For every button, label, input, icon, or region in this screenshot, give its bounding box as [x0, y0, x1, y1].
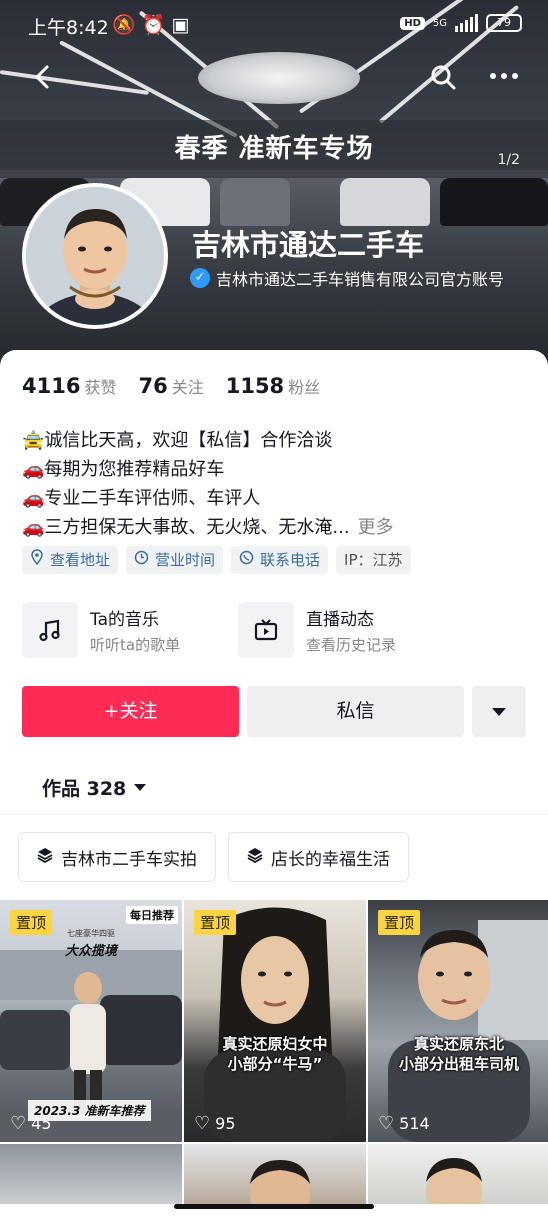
banner-title: 春季 准新车专场	[174, 134, 374, 164]
music-note-icon	[22, 602, 78, 658]
heart-icon: ♡	[194, 1113, 211, 1134]
follow-button[interactable]: +关注	[22, 686, 239, 737]
video-thumbnail[interactable]: 每日推荐 七座豪华四驱 大众揽境 2023.3 准新车推荐 置顶 ♡ 45	[0, 900, 182, 1142]
more-dropdown-button[interactable]	[472, 686, 526, 737]
video-grid: 每日推荐 七座豪华四驱 大众揽境 2023.3 准新车推荐 置顶 ♡ 45 真实…	[0, 900, 548, 1204]
tag-address[interactable]: 查看地址	[22, 546, 119, 574]
heart-icon: ♡	[10, 1113, 27, 1134]
video-scene	[250, 1160, 310, 1204]
verified-check-icon: ✓	[190, 268, 210, 288]
bio-more-link[interactable]: 更多	[358, 517, 394, 538]
video-caption: 真实还原东北	[413, 1035, 504, 1053]
video-caption: 小部分“牛马”	[227, 1055, 323, 1073]
feature-live-title: 直播动态	[306, 610, 374, 630]
home-indicator[interactable]	[174, 1204, 374, 1209]
pinned-badge: 置顶	[194, 910, 237, 935]
divider	[0, 814, 548, 815]
action-buttons: +关注 私信	[22, 686, 526, 737]
tag-phone[interactable]: 联系电话	[231, 546, 329, 574]
video-scene	[388, 920, 548, 1142]
collection-chip[interactable]: 吉林市二手车实拍	[18, 832, 216, 882]
verified-text: 吉林市通达二手车销售有限公司官方账号	[216, 270, 505, 289]
daily-badge: 每日推荐	[126, 906, 178, 924]
video-title: 大众揽境	[64, 944, 117, 959]
tab-works[interactable]: 作品 328	[42, 774, 147, 801]
feature-music-sub: 听听ta的歌单	[90, 636, 181, 654]
status-notification-icons: 🔕⏰▣	[112, 13, 195, 36]
verified-label: ✓ 吉林市通达二手车销售有限公司官方账号	[190, 266, 504, 290]
screen-icon: ▣	[171, 14, 196, 36]
live-tv-icon	[238, 602, 294, 658]
parked-car	[440, 178, 548, 226]
bio-line: 🚖诚信比天高，欢迎【私信】合作洽谈	[22, 430, 333, 451]
alarm-icon: ⏰	[141, 14, 172, 36]
banner-page-indicator: 1/2	[497, 152, 520, 168]
chevron-down-icon	[134, 784, 147, 791]
stat-following[interactable]: 76 关注	[138, 374, 203, 398]
feature-music[interactable]: Ta的音乐 听听ta的歌单	[22, 602, 238, 658]
heart-icon: ♡	[378, 1113, 395, 1134]
video-thumbnail[interactable]: 真实还原妇女中 小部分“牛马” 置顶 ♡ 95	[184, 900, 366, 1142]
parked-car	[340, 178, 430, 226]
chevron-down-icon	[492, 707, 506, 716]
more-icon[interactable]	[486, 60, 522, 90]
bio-line-last: 🚗三方担保无大事故、无火烧、无水淹... 更多	[22, 517, 394, 538]
feature-music-title: Ta的音乐	[90, 610, 159, 630]
tag-hours[interactable]: 营业时间	[126, 546, 224, 574]
profile-name: 吉林市通达二手车	[192, 228, 425, 262]
phone-icon	[239, 546, 254, 574]
pinned-badge: 置顶	[10, 910, 53, 935]
bio-line: 🚗专业二手车评估师、车评人	[22, 488, 261, 509]
video-thumbnail[interactable]	[368, 1144, 548, 1204]
features-row: Ta的音乐 听听ta的歌单 直播动态 查看历史记录	[22, 602, 526, 658]
status-right-icons: HD 5G 79	[400, 14, 522, 32]
like-count: ♡ 45	[10, 1113, 52, 1134]
feature-live-sub: 查看历史记录	[306, 636, 397, 654]
network-label: 5G	[432, 17, 447, 29]
feature-live[interactable]: 直播动态 查看历史记录	[238, 602, 454, 658]
video-caption: 真实还原妇女中	[222, 1035, 328, 1053]
search-icon[interactable]	[428, 62, 458, 92]
video-scene	[426, 1158, 482, 1204]
collection-chip[interactable]: 店长的幸福生活	[228, 832, 409, 882]
hd-icon: HD	[400, 16, 425, 30]
stat-followers[interactable]: 1158 粉丝	[226, 374, 320, 398]
layers-icon	[37, 847, 53, 868]
back-icon[interactable]	[28, 62, 58, 92]
video-thumbnail[interactable]	[0, 1144, 182, 1204]
battery-icon: 79	[486, 14, 522, 32]
message-button[interactable]: 私信	[247, 686, 464, 737]
ceiling-fan	[198, 52, 360, 104]
status-time: 上午8:42	[28, 17, 109, 39]
video-caption: 小部分出租车司机	[398, 1055, 519, 1073]
parked-car	[220, 178, 290, 226]
like-count: ♡ 95	[194, 1113, 236, 1134]
bio-line: 🚗每期为您推荐精品好车	[22, 459, 225, 480]
like-count: ♡ 514	[378, 1113, 430, 1134]
signal-icon	[455, 14, 478, 32]
stat-likes[interactable]: 4116 获赞	[22, 374, 116, 398]
avatar[interactable]	[22, 183, 168, 329]
mute-icon: 🔕	[112, 14, 142, 36]
clock-icon	[134, 546, 149, 574]
status-bar: 上午8:42 🔕⏰▣ HD 5G 79	[0, 0, 548, 52]
collections-row: 吉林市二手车实拍 店长的幸福生活	[18, 832, 409, 882]
video-thumbnail[interactable]	[184, 1144, 366, 1204]
location-icon	[30, 546, 44, 574]
info-tags: 查看地址 营业时间 联系电话 IP：江苏	[22, 546, 411, 574]
video-thumbnail[interactable]: 真实还原东北 小部分出租车司机 置顶 ♡ 514	[368, 900, 548, 1142]
video-scene	[204, 907, 346, 1142]
layers-icon	[247, 847, 263, 868]
bio[interactable]: 🚖诚信比天高，欢迎【私信】合作洽谈 🚗每期为您推荐精品好车 🚗专业二手车评估师、…	[22, 426, 394, 542]
ceiling-light	[0, 70, 149, 95]
profile-stats: 4116 获赞 76 关注 1158 粉丝	[22, 374, 320, 398]
pinned-badge: 置顶	[378, 910, 421, 935]
tag-ip: IP：江苏	[336, 546, 411, 574]
